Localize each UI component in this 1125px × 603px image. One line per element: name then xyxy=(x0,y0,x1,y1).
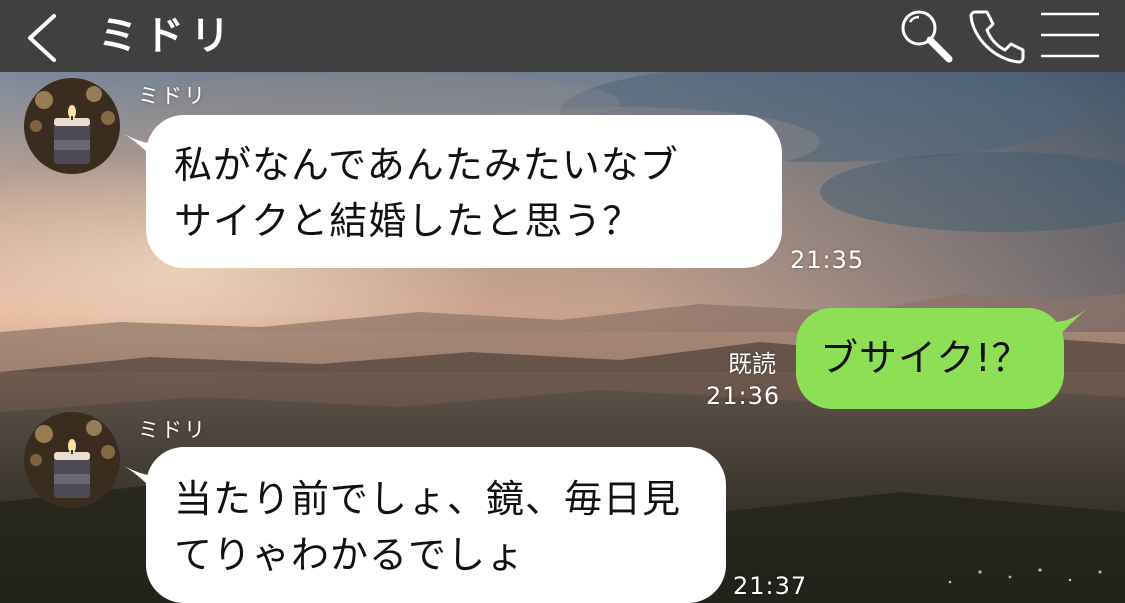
search-button[interactable] xyxy=(893,4,959,66)
message-line: 私がなんであんたみたいなブ xyxy=(174,143,679,187)
message-text: 当たり前でしょ、鏡、毎日見 てりゃわかるでしょ xyxy=(174,471,681,583)
candle-avatar-image xyxy=(24,412,120,508)
chat-header: ミドリ xyxy=(0,0,1125,72)
avatar[interactable] xyxy=(24,78,120,174)
chat-screen: ミドリ ミドリ 私がなんであんたみたいなブ サイクと結婚したと思う？ 21:35… xyxy=(0,0,1125,603)
message-time: 21:37 xyxy=(733,572,808,600)
avatar[interactable] xyxy=(24,412,120,508)
call-button[interactable] xyxy=(965,4,1031,66)
message-time: 21:36 xyxy=(706,382,781,410)
message-line: てりゃわかるでしょ xyxy=(174,533,526,577)
message-text: 私がなんであんたみたいなブ サイクと結婚したと思う？ xyxy=(174,137,679,249)
message-line: サイクと結婚したと思う？ xyxy=(174,199,642,243)
sender-name: ミドリ xyxy=(138,418,207,442)
message-bubble-incoming[interactable]: 私がなんであんたみたいなブ サイクと結婚したと思う？ xyxy=(146,115,782,268)
candle-avatar-image xyxy=(24,78,120,174)
read-receipt: 既読 xyxy=(728,350,776,378)
back-button[interactable] xyxy=(18,6,68,66)
menu-button[interactable] xyxy=(1037,4,1103,66)
chat-title: ミドリ xyxy=(98,13,236,59)
message-time: 21:35 xyxy=(790,246,865,274)
sender-name: ミドリ xyxy=(138,84,207,108)
message-text: ブサイク!？ xyxy=(820,336,1031,380)
search-icon xyxy=(901,10,953,63)
message-bubble-incoming[interactable]: 当たり前でしょ、鏡、毎日見 てりゃわかるでしょ xyxy=(146,447,726,603)
menu-icon xyxy=(1041,12,1099,58)
phone-icon xyxy=(969,10,1025,64)
chevron-left-icon xyxy=(28,14,56,62)
message-line: 当たり前でしょ、鏡、毎日見 xyxy=(174,477,682,521)
message-bubble-outgoing[interactable]: ブサイク!？ xyxy=(796,308,1064,409)
